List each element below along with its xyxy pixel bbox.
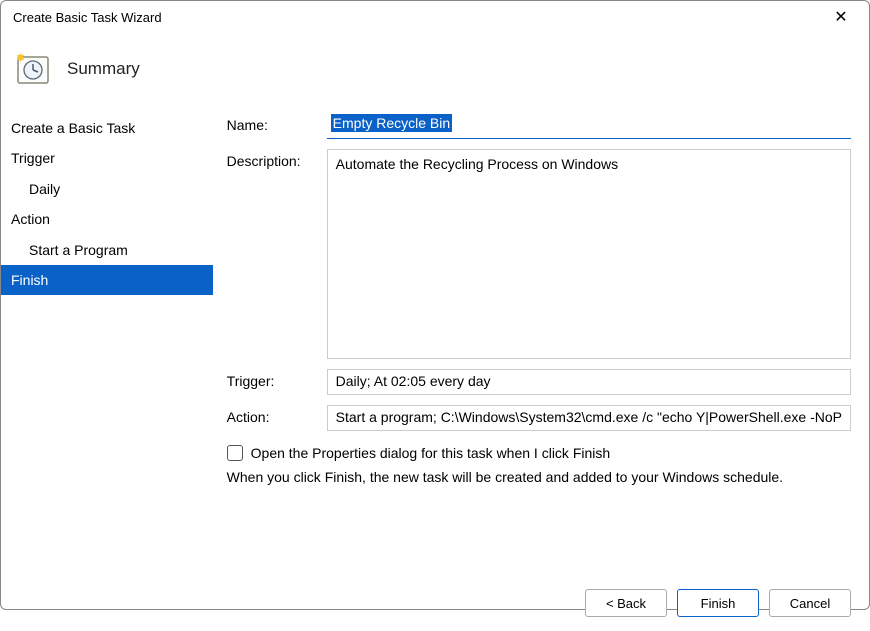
sidebar-item-start-a-program[interactable]: Start a Program bbox=[1, 235, 213, 265]
name-input[interactable]: Empty Recycle Bin bbox=[327, 113, 851, 139]
sidebar-item-create-a-basic-task[interactable]: Create a Basic Task bbox=[1, 113, 213, 143]
wizard-header: Summary bbox=[1, 33, 869, 109]
clock-icon bbox=[15, 51, 51, 87]
close-icon[interactable]: ✕ bbox=[825, 7, 857, 27]
sidebar-item-finish[interactable]: Finish bbox=[1, 265, 213, 295]
button-bar: < Back Finish Cancel bbox=[1, 579, 869, 631]
trigger-value: Daily; At 02:05 every day bbox=[327, 369, 851, 395]
page-title: Summary bbox=[67, 59, 140, 79]
finish-button[interactable]: Finish bbox=[677, 589, 759, 617]
sidebar-item-action[interactable]: Action bbox=[1, 204, 213, 234]
description-value: Automate the Recycling Process on Window… bbox=[336, 156, 618, 172]
checkbox-label: Open the Properties dialog for this task… bbox=[251, 445, 611, 461]
name-label: Name: bbox=[227, 113, 327, 133]
sidebar-item-trigger[interactable]: Trigger bbox=[1, 143, 213, 173]
wizard-sidebar: Create a Basic TaskTriggerDailyActionSta… bbox=[1, 109, 213, 579]
name-value-selected: Empty Recycle Bin bbox=[331, 114, 452, 132]
action-value: Start a program; C:\Windows\System32\cmd… bbox=[327, 405, 851, 431]
cancel-button[interactable]: Cancel bbox=[769, 589, 851, 617]
description-textarea[interactable]: Automate the Recycling Process on Window… bbox=[327, 149, 851, 359]
action-label: Action: bbox=[227, 405, 327, 425]
sidebar-item-daily[interactable]: Daily bbox=[1, 174, 213, 204]
open-properties-checkbox[interactable] bbox=[227, 445, 243, 461]
back-button[interactable]: < Back bbox=[585, 589, 667, 617]
finish-note: When you click Finish, the new task will… bbox=[227, 469, 851, 485]
summary-form: Name: Empty Recycle Bin Description: Aut… bbox=[213, 109, 869, 579]
description-label: Description: bbox=[227, 149, 327, 169]
titlebar: Create Basic Task Wizard ✕ bbox=[1, 1, 869, 33]
trigger-label: Trigger: bbox=[227, 369, 327, 389]
window-title: Create Basic Task Wizard bbox=[13, 10, 162, 25]
